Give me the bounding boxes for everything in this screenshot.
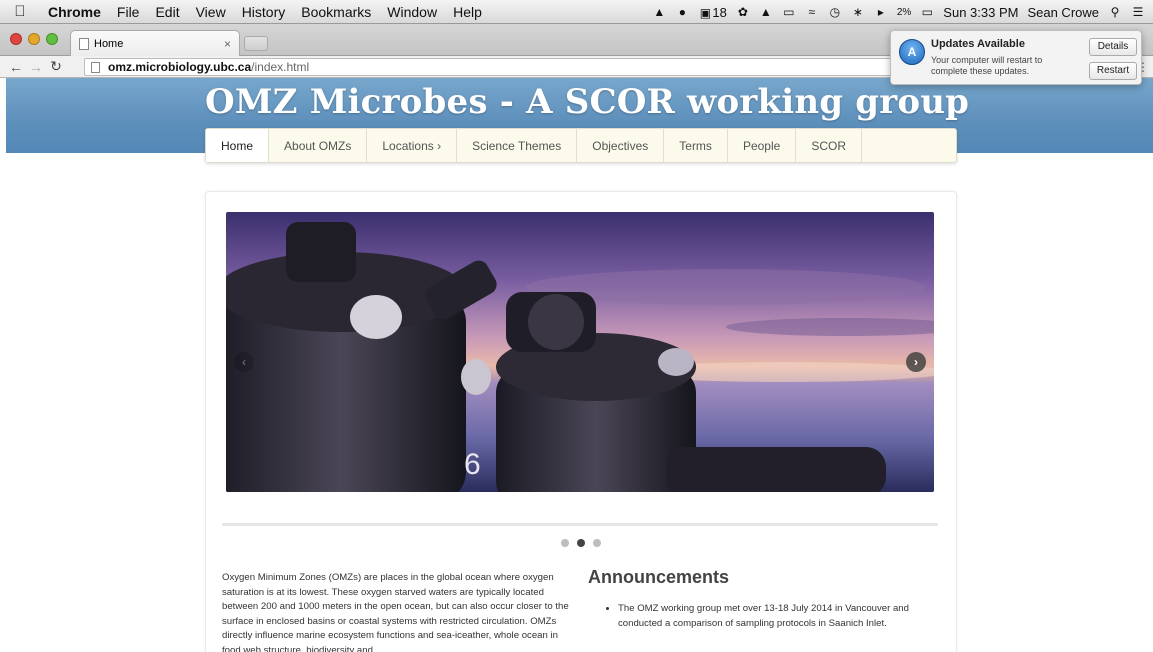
- clock[interactable]: Sun 3:33 PM: [943, 5, 1018, 20]
- time-machine-icon[interactable]: ◷: [828, 6, 842, 18]
- menu-view[interactable]: View: [188, 4, 234, 20]
- nav-science-themes[interactable]: Science Themes: [457, 129, 578, 162]
- bluetooth-icon[interactable]: ∗: [851, 6, 865, 18]
- volume-icon[interactable]: ▸: [874, 6, 888, 18]
- carousel-dot-3[interactable]: [593, 539, 601, 547]
- menu-file[interactable]: File: [109, 4, 148, 20]
- site-title[interactable]: OMZ Microbes - A SCOR working group: [205, 82, 969, 122]
- tab-title: Home: [94, 37, 124, 50]
- back-arrow-icon[interactable]: ←: [6, 59, 26, 75]
- menu-bookmarks[interactable]: Bookmarks: [293, 4, 379, 20]
- menu-help[interactable]: Help: [445, 4, 490, 20]
- nav-home[interactable]: Home: [206, 129, 270, 162]
- url-host: omz.microbiology.ubc.ca: [108, 60, 252, 74]
- carousel-dot-2[interactable]: [577, 539, 585, 547]
- dropbox-icon[interactable]: ✿: [736, 6, 750, 18]
- menu-window[interactable]: Window: [379, 4, 445, 20]
- adobe-status[interactable]: ▣18: [698, 4, 727, 20]
- adobe-icon: ▣: [699, 5, 712, 20]
- carousel-divider: [222, 523, 938, 526]
- mac-menu-bar:  Chrome File Edit View History Bookmark…: [0, 0, 1153, 24]
- window-controls: [10, 33, 58, 45]
- app-store-icon: A: [899, 39, 925, 65]
- shield-icon[interactable]: ●: [675, 6, 689, 18]
- restart-button[interactable]: Restart: [1089, 62, 1137, 80]
- nav-locations[interactable]: Locations ›: [367, 129, 458, 162]
- close-window-button[interactable]: [10, 33, 22, 45]
- nav-terms[interactable]: Terms: [664, 129, 728, 162]
- url-path: /index.html: [251, 60, 310, 74]
- announcement-item: The OMZ working group met over 13-18 Jul…: [618, 602, 946, 631]
- updates-notification: A Updates Available Your computer will r…: [890, 30, 1142, 85]
- carousel-dot-1[interactable]: [561, 539, 569, 547]
- battery-icon[interactable]: ▭: [920, 6, 934, 18]
- drive-icon[interactable]: ▲: [759, 6, 773, 18]
- forward-arrow-icon[interactable]: →: [26, 59, 46, 75]
- user-name[interactable]: Sean Crowe: [1027, 5, 1099, 20]
- reload-icon[interactable]: ↻: [46, 58, 66, 75]
- notification-title: Updates Available: [931, 38, 1025, 50]
- close-tab-icon[interactable]: ×: [224, 37, 231, 51]
- site-navbar: Home About OMZs Locations › Science Them…: [205, 128, 957, 163]
- details-button[interactable]: Details: [1089, 38, 1137, 56]
- menu-history[interactable]: History: [234, 4, 294, 20]
- announcements-heading: Announcements: [588, 567, 730, 587]
- bell-icon[interactable]: ▲: [652, 6, 666, 18]
- spotlight-search-icon[interactable]: ⚲: [1108, 6, 1122, 18]
- nav-scor[interactable]: SCOR: [796, 129, 862, 162]
- nav-people[interactable]: People: [728, 129, 797, 162]
- carousel-indicators: [561, 539, 601, 547]
- battery-percent: 2%: [896, 6, 912, 18]
- maximize-window-button[interactable]: [46, 33, 58, 45]
- nav-objectives[interactable]: Objectives: [577, 129, 665, 162]
- carousel-slide-image: 6: [226, 212, 934, 492]
- bottle-number: 6: [464, 448, 481, 481]
- menu-app-name[interactable]: Chrome: [40, 4, 109, 20]
- page-icon: [91, 61, 100, 73]
- adobe-count: 18: [712, 4, 727, 20]
- announcements-list: The OMZ working group met over 13-18 Jul…: [606, 602, 946, 631]
- nav-about-omzs[interactable]: About OMZs: [269, 129, 368, 162]
- airplay-icon[interactable]: ▭: [782, 6, 796, 18]
- notification-center-icon[interactable]: ☰: [1131, 6, 1145, 18]
- carousel-prev-button[interactable]: ‹: [234, 352, 254, 372]
- apple-icon[interactable]: : [0, 3, 40, 20]
- new-tab-button[interactable]: [244, 36, 268, 51]
- carousel-next-button[interactable]: ›: [906, 352, 926, 372]
- menu-edit[interactable]: Edit: [147, 4, 187, 20]
- page-icon: [79, 37, 89, 50]
- notification-body: Your computer will restart to complete t…: [931, 55, 1043, 76]
- wifi-icon[interactable]: ≈: [805, 6, 819, 18]
- browser-tab-home[interactable]: Home ×: [70, 30, 240, 56]
- minimize-window-button[interactable]: [28, 33, 40, 45]
- intro-paragraph: Oxygen Minimum Zones (OMZs) are places i…: [222, 572, 569, 652]
- status-area: ▲ ● ▣18 ✿ ▲ ▭ ≈ ◷ ∗ ▸ 2% ▭ Sun 3:33 PM S…: [652, 0, 1145, 24]
